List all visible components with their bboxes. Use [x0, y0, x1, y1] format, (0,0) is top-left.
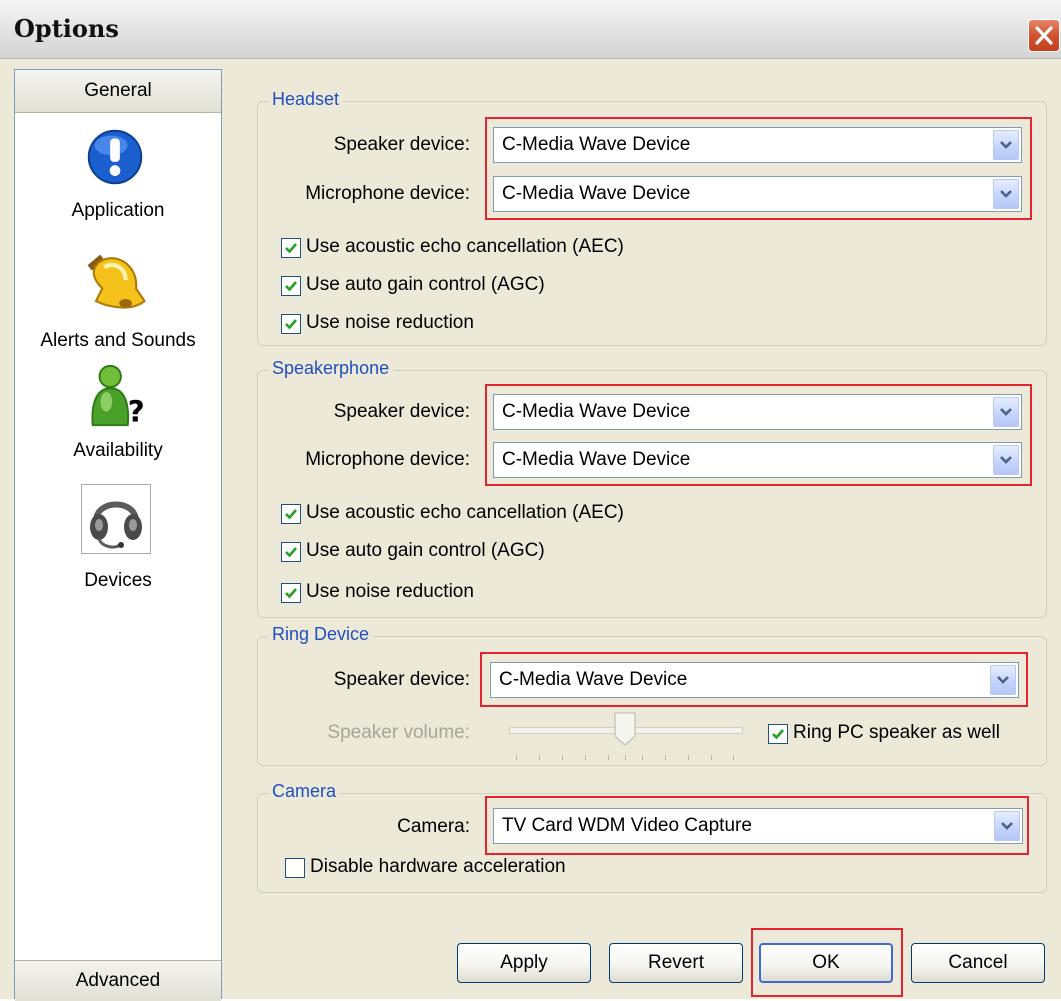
window-title: Options [14, 14, 119, 43]
headset-speaker-select[interactable]: C-Media Wave Device [493, 127, 1022, 163]
speakerphone-speaker-value: C-Media Wave Device [502, 401, 691, 422]
speakerphone-agc-checkbox[interactable] [281, 542, 301, 562]
options-dialog: Options General Application Alerts and S… [0, 0, 1061, 1001]
speakerphone-speaker-select[interactable]: C-Media Wave Device [493, 394, 1022, 430]
camera-label: Camera: [397, 816, 470, 837]
speakerphone-nr-checkbox[interactable] [281, 583, 301, 603]
svg-text:?: ? [128, 394, 145, 428]
chevron-down-icon [1000, 141, 1012, 149]
checkmark-icon [285, 319, 297, 330]
speaker-volume-label: Speaker volume: [327, 722, 470, 743]
headset-speaker-value: C-Media Wave Device [502, 134, 691, 155]
checkmark-icon [285, 547, 297, 558]
chevron-down-icon [997, 676, 1009, 684]
speakerphone-group-title: Speakerphone [268, 358, 394, 379]
slider-thumb[interactable] [614, 712, 636, 746]
headset-agc-checkbox[interactable] [281, 276, 301, 296]
dropdown-button[interactable] [993, 130, 1019, 160]
presence-question-icon: ? [91, 364, 145, 428]
sidebar: General Application Alerts and Sounds ? … [14, 69, 222, 1001]
dropdown-button[interactable] [993, 179, 1019, 209]
checkmark-icon [285, 281, 297, 292]
slider-tick [642, 755, 643, 760]
dropdown-button[interactable] [990, 665, 1016, 695]
slider-tick [625, 755, 626, 760]
camera-select[interactable]: TV Card WDM Video Capture [493, 808, 1023, 844]
sidebar-item-devices[interactable]: Devices [15, 484, 221, 594]
sidebar-footer-advanced[interactable]: Advanced [15, 960, 221, 1001]
ring-device-group-title: Ring Device [268, 624, 374, 645]
headset-agc-label[interactable]: Use auto gain control (AGC) [306, 274, 545, 296]
headset-aec-label[interactable]: Use acoustic echo cancellation (AEC) [306, 236, 624, 258]
slider-tick [711, 755, 712, 760]
slider-tick [516, 755, 517, 760]
headset-devices-highlight: C-Media Wave Device C-Media Wave Device [485, 117, 1032, 220]
sidebar-item-label: Devices [84, 570, 152, 591]
revert-button[interactable]: Revert [609, 943, 743, 983]
headset-nr-label[interactable]: Use noise reduction [306, 312, 474, 334]
dropdown-button[interactable] [993, 397, 1019, 427]
speakerphone-aec-checkbox[interactable] [281, 504, 301, 524]
ring-speaker-value: C-Media Wave Device [499, 669, 688, 690]
close-icon [1035, 26, 1053, 45]
bell-icon [87, 254, 146, 309]
disable-hw-accel-label[interactable]: Disable hardware acceleration [310, 856, 566, 878]
speakerphone-aec-label[interactable]: Use acoustic echo cancellation (AEC) [306, 502, 624, 524]
info-exclamation-icon [87, 129, 143, 185]
headset-mic-value: C-Media Wave Device [502, 183, 691, 204]
ok-button[interactable]: OK [759, 943, 893, 983]
speakerphone-mic-value: C-Media Wave Device [502, 449, 691, 470]
speakerphone-agc-label[interactable]: Use auto gain control (AGC) [306, 540, 545, 562]
disable-hw-accel-checkbox[interactable] [285, 858, 305, 878]
ring-speaker-select[interactable]: C-Media Wave Device [490, 662, 1019, 698]
speakerphone-mic-select[interactable]: C-Media Wave Device [493, 442, 1022, 478]
checkmark-icon [285, 509, 297, 520]
title-bar[interactable]: Options [0, 0, 1061, 59]
chevron-down-icon [1000, 456, 1012, 464]
slider-tick [688, 755, 689, 760]
checkmark-icon [285, 588, 297, 599]
speakerphone-nr-label[interactable]: Use noise reduction [306, 581, 474, 603]
sidebar-item-label: Application [71, 200, 165, 221]
cancel-button[interactable]: Cancel [911, 943, 1045, 983]
sidebar-header-general[interactable]: General [15, 70, 221, 113]
chevron-down-icon [1000, 408, 1012, 416]
slider-tick [733, 755, 734, 760]
ring-pc-speaker-checkbox[interactable] [768, 724, 788, 744]
camera-value: TV Card WDM Video Capture [502, 815, 752, 836]
camera-group-title: Camera [268, 781, 341, 802]
headset-nr-checkbox[interactable] [281, 314, 301, 334]
slider-tick [562, 755, 563, 760]
slider-tick [608, 755, 609, 760]
speakerphone-speaker-label: Speaker device: [333, 401, 470, 422]
devices-icon-frame [81, 484, 151, 554]
headset-group-title: Headset [268, 89, 344, 110]
ring-pc-speaker-label[interactable]: Ring PC speaker as well [793, 722, 1000, 744]
headset-speaker-label: Speaker device: [333, 134, 470, 155]
checkmark-icon [772, 729, 784, 740]
slider-tick [665, 755, 666, 760]
slider-tick [585, 755, 586, 760]
headset-icon [90, 501, 142, 549]
speakerphone-devices-highlight: C-Media Wave Device C-Media Wave Device [485, 384, 1032, 486]
slider-tick [539, 755, 540, 760]
headset-mic-select[interactable]: C-Media Wave Device [493, 176, 1022, 212]
chevron-down-icon [1001, 822, 1013, 830]
camera-highlight: TV Card WDM Video Capture [485, 796, 1029, 855]
chevron-down-icon [1000, 190, 1012, 198]
ring-speaker-label: Speaker device: [333, 669, 470, 690]
speakerphone-mic-label: Microphone device: [305, 449, 470, 470]
sidebar-item-label: Alerts and Sounds [40, 330, 196, 351]
close-button[interactable] [1028, 19, 1060, 52]
dropdown-button[interactable] [994, 811, 1020, 841]
headset-aec-checkbox[interactable] [281, 238, 301, 258]
checkmark-icon [285, 243, 297, 254]
apply-button[interactable]: Apply [457, 943, 591, 983]
dropdown-button[interactable] [993, 445, 1019, 475]
sidebar-item-label: Availability [73, 440, 163, 461]
ring-device-highlight: C-Media Wave Device [480, 652, 1028, 707]
headset-mic-label: Microphone device: [305, 183, 470, 204]
